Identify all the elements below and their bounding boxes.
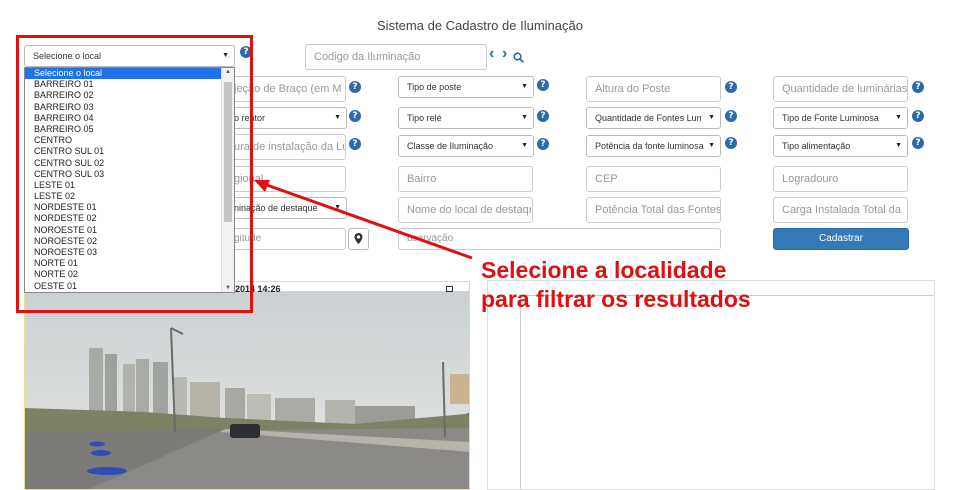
quantidade-fontes-select[interactable]: Quantidade de Fontes Lun ▼ [586,107,721,129]
carga-instalada-placeholder: Carga Instalada Total da [782,204,902,216]
annotation-line-2: para filtrar os resultados [481,286,751,312]
help-icon[interactable]: ? [537,79,549,91]
page-title: Sistema de Cadastro de Iluminação [377,18,583,33]
street-photo-image [25,282,469,489]
classe-iluminacao-value: Classe de Iluminação [407,141,494,151]
results-panel-inner [520,295,934,489]
altura-poste-placeholder: Altura do Poste [595,83,671,95]
tipo-poste-value: Tipo de poste [407,82,462,92]
chevron-down-icon: ▼ [521,83,528,90]
chevron-down-icon: ▼ [521,142,528,149]
quantidade-luminarias-input[interactable]: Quantidade de luminárias [773,76,908,102]
tipo-alimentacao-select[interactable]: Tipo alimentação ▼ [773,135,908,157]
tipo-poste-select[interactable]: Tipo de poste ▼ [398,76,534,98]
help-icon[interactable]: ? [725,137,737,149]
prev-icon[interactable]: ‹ [489,45,494,63]
chevron-down-icon: ▼ [895,114,902,121]
help-icon[interactable]: ? [349,138,361,150]
tipo-fonte-select[interactable]: Tipo de Fonte Luminosa ▼ [773,107,908,129]
tipo-rele-value: Tipo relé [407,113,442,123]
annotation-text: Selecione a localidade para filtrar os r… [481,256,751,314]
help-icon[interactable]: ? [349,81,361,93]
help-icon[interactable]: ? [725,81,737,93]
maximize-icon[interactable] [446,286,453,292]
tipo-alimentacao-value: Tipo alimentação [782,141,851,151]
chevron-down-icon: ▼ [895,142,902,149]
potencia-fonte-value: Potência da fonte luminosa [595,141,704,151]
help-icon[interactable]: ? [537,138,549,150]
chevron-down-icon: ▼ [708,142,715,149]
potencia-fonte-select[interactable]: Potência da fonte luminosa ▼ [586,135,721,157]
potencia-total-input[interactable]: Potência Total das Fontes [586,197,721,223]
chevron-down-icon: ▼ [521,114,528,121]
cadastrar-button[interactable]: Cadastrar [773,228,909,250]
annotation-line-1: Selecione a localidade [481,257,727,283]
logradouro-placeholder: Logradouro [782,173,839,185]
quantidade-fontes-value: Quantidade de Fontes Lun [595,113,702,123]
chevron-down-icon: ▼ [708,114,715,121]
potencia-total-placeholder: Potência Total das Fontes [595,204,721,216]
next-icon[interactable]: › [502,45,507,63]
cep-placeholder: CEP [595,173,618,185]
annotation-arrow [254,180,473,260]
lighting-code-placeholder: Codigo da Iluminação [314,51,421,63]
logradouro-input[interactable]: Logradouro [773,166,908,192]
cep-input[interactable]: CEP [586,166,721,192]
help-icon[interactable]: ? [912,137,924,149]
classe-iluminacao-select[interactable]: Classe de Iluminação ▼ [398,135,534,157]
help-icon[interactable]: ? [349,110,361,122]
help-icon[interactable]: ? [912,110,924,122]
carga-instalada-input[interactable]: Carga Instalada Total da [773,197,908,223]
altura-poste-input[interactable]: Altura do Poste [586,76,721,102]
help-icon[interactable]: ? [912,81,924,93]
lighting-code-input[interactable]: Codigo da Iluminação [305,44,487,70]
search-icon[interactable] [513,50,524,63]
highlight-frame [16,35,253,313]
help-icon[interactable]: ? [725,110,737,122]
help-icon[interactable]: ? [537,110,549,122]
tipo-fonte-value: Tipo de Fonte Luminosa [782,113,879,123]
tipo-rele-select[interactable]: Tipo relé ▼ [398,107,534,129]
chevron-down-icon: ▼ [334,114,341,121]
quantidade-luminarias-placeholder: Quantidade de luminárias [782,83,908,95]
